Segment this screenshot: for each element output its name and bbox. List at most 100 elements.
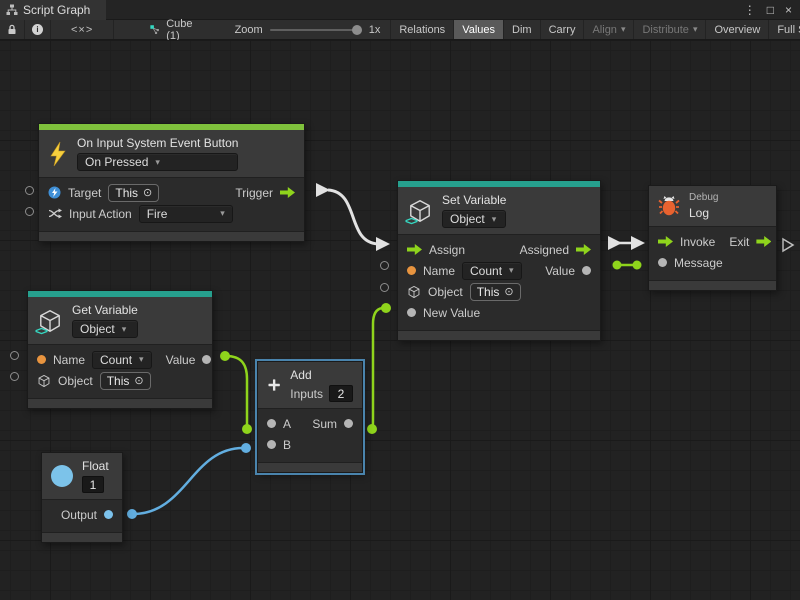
event-mode-dropdown[interactable]: On Pressed▾ (77, 153, 238, 171)
close-icon[interactable]: × (785, 0, 792, 20)
port-event-target[interactable] (25, 186, 34, 195)
code-view-button[interactable]: <×> (51, 20, 114, 39)
node-set-variable[interactable]: <> Set Variable Object▾ Assign Assigned (397, 180, 601, 341)
value-port[interactable] (202, 355, 211, 364)
toolbar-button-values[interactable]: Values (454, 20, 504, 39)
toolbar-button-align[interactable]: Align▾ (584, 20, 634, 39)
flow-output-arrow[interactable] (316, 183, 330, 197)
variable-scope-dropdown[interactable]: Object▾ (72, 320, 138, 338)
port-row-new-value: New Value (398, 302, 600, 323)
trigger-port[interactable] (280, 187, 295, 198)
input-action-dropdown[interactable]: Fire▾ (139, 205, 233, 223)
toolbar-button-distribute[interactable]: Distribute▾ (634, 20, 706, 39)
value-wire-endpoint[interactable] (220, 351, 230, 361)
new-value-port[interactable] (407, 308, 416, 317)
graph-tree-icon (6, 4, 18, 16)
invoke-port[interactable] (658, 236, 673, 247)
name-port[interactable] (37, 355, 46, 364)
port-getvar-object[interactable] (10, 372, 19, 381)
node-get-variable[interactable]: <> Get Variable Object▾ Name Count▾ (27, 290, 213, 409)
value-port[interactable] (582, 266, 591, 275)
node-footer (649, 280, 776, 290)
window-controls: ⋮ □ × (744, 0, 800, 20)
value-wire-endpoint[interactable] (613, 261, 622, 270)
name-port[interactable] (407, 266, 416, 275)
node-on-input-system-event-button[interactable]: On Input System Event Button On Pressed▾… (38, 123, 305, 242)
value-wire-endpoint[interactable] (241, 443, 251, 453)
assign-port[interactable] (407, 244, 422, 255)
name-dropdown[interactable]: Count▾ (462, 262, 522, 280)
flow-output-arrow[interactable] (608, 236, 622, 250)
cube-icon (407, 285, 421, 299)
toolbar-button-dim[interactable]: Dim (504, 20, 541, 39)
flow-input-arrow[interactable] (376, 237, 390, 251)
sum-port[interactable] (344, 419, 353, 428)
port-setvar-name[interactable] (380, 261, 389, 270)
input-a-label: A (283, 417, 291, 431)
variable-scope-dropdown[interactable]: Object▾ (442, 210, 506, 228)
output-port[interactable] (104, 510, 113, 519)
window-menu-icon[interactable]: ⋮ (744, 0, 756, 20)
toolbar-button-carry[interactable]: Carry (541, 20, 585, 39)
zoom-slider[interactable] (270, 29, 362, 31)
port-row-message: Message (649, 252, 776, 273)
port-row-assign: Assign Assigned (398, 239, 600, 260)
toolbar-button-relations[interactable]: Relations (390, 20, 454, 39)
wire-sum-to-newvalue[interactable] (372, 308, 384, 429)
sum-label: Sum (312, 417, 337, 431)
variable-cube-icon: <> (37, 308, 63, 334)
variable-cube-icon: <> (407, 198, 433, 224)
tab-script-graph[interactable]: Script Graph (0, 0, 106, 20)
float-value-field[interactable]: 1 (82, 476, 104, 493)
target-label: Target (68, 186, 101, 200)
port-getvar-name[interactable] (10, 351, 19, 360)
invoke-label: Invoke (680, 235, 715, 249)
tab-bar: Script Graph ⋮ □ × (0, 0, 800, 20)
exit-label: Exit (729, 235, 749, 249)
port-event-inputaction[interactable] (25, 207, 34, 216)
node-header[interactable]: Debug Log (649, 186, 776, 227)
exit-port[interactable] (756, 236, 771, 247)
input-b-port[interactable] (267, 440, 276, 449)
message-port[interactable] (658, 258, 667, 267)
port-row-object: Object This⊙ (28, 370, 212, 391)
exit-port-outline[interactable] (783, 239, 793, 251)
node-header[interactable]: Float 1 (42, 453, 122, 500)
graph-context-breadcrumb[interactable]: Cube (1) (140, 20, 206, 39)
inputs-count-field[interactable]: 2 (329, 385, 353, 402)
info-button[interactable]: i (25, 20, 51, 39)
node-add[interactable]: Add Inputs 2 A Sum B (257, 361, 363, 473)
port-setvar-object[interactable] (380, 283, 389, 292)
name-dropdown[interactable]: Count▾ (92, 351, 152, 369)
port-row-output: Output (42, 504, 122, 525)
target-this-button[interactable]: This⊙ (108, 184, 159, 202)
toolbar-button-overview[interactable]: Overview (706, 20, 769, 39)
input-a-port[interactable] (267, 419, 276, 428)
value-wire-endpoint[interactable] (127, 509, 137, 519)
wire-float-to-b[interactable] (133, 448, 243, 514)
value-wire-endpoint[interactable] (242, 424, 252, 434)
graph-canvas[interactable]: On Input System Event Button On Pressed▾… (0, 40, 800, 600)
node-header[interactable]: <> Get Variable Object▾ (28, 297, 212, 345)
value-wire-endpoint[interactable] (367, 424, 377, 434)
flow-input-arrow[interactable] (631, 236, 645, 250)
zoom-slider-thumb[interactable] (352, 25, 362, 35)
value-wire-endpoint[interactable] (633, 261, 642, 270)
maximize-icon[interactable]: □ (767, 0, 774, 20)
object-this-button[interactable]: This⊙ (100, 372, 151, 390)
node-header[interactable]: Add Inputs 2 (258, 362, 362, 409)
cube-icon (37, 374, 51, 388)
lock-button[interactable] (0, 20, 25, 39)
wire-getvalue-to-a[interactable] (226, 356, 247, 425)
node-header[interactable]: <> Set Variable Object▾ (398, 187, 600, 235)
object-this-button[interactable]: This⊙ (470, 283, 521, 301)
port-row-input-action: Input Action Fire▾ (39, 203, 304, 224)
value-wire-endpoint[interactable] (381, 303, 391, 313)
node-debug-log[interactable]: Debug Log Invoke Exit Message (648, 185, 777, 291)
wire-trigger-to-assign[interactable] (328, 190, 378, 244)
node-float[interactable]: Float 1 Output (41, 452, 123, 543)
port-row-invoke: Invoke Exit (649, 231, 776, 252)
toolbar-button-full-screen[interactable]: Full Screen (769, 20, 800, 39)
node-header[interactable]: On Input System Event Button On Pressed▾ (39, 130, 304, 178)
assigned-port[interactable] (576, 244, 591, 255)
